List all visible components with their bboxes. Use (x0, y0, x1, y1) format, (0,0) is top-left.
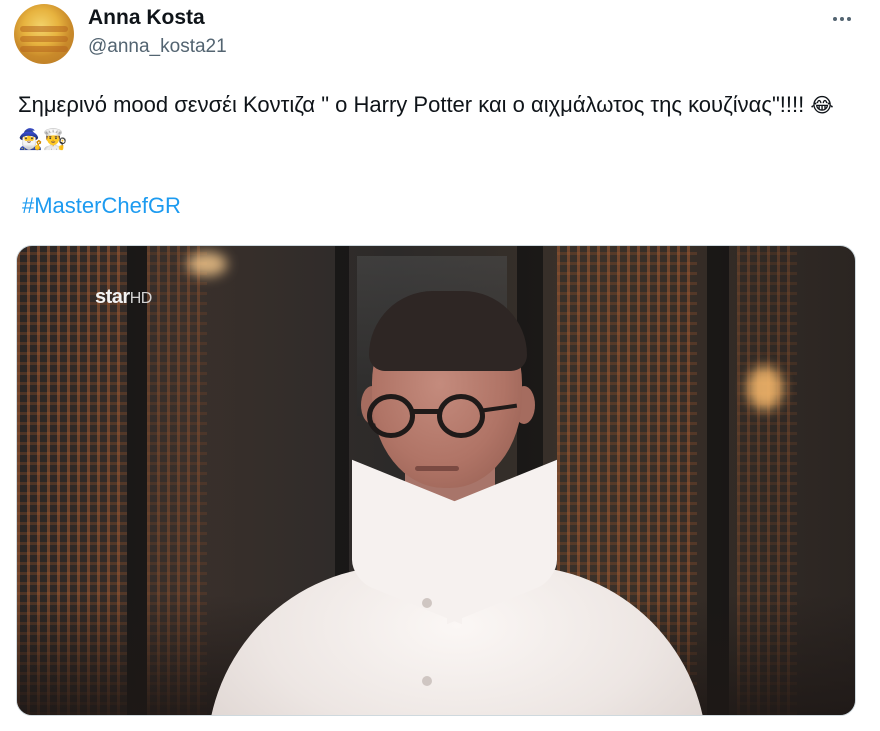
shirt-button (422, 676, 432, 686)
author-name[interactable]: Anna Kosta (88, 6, 205, 30)
glasses-lens (437, 394, 485, 438)
tweet-body: Σημερινό mood σενσέι Κοντιζα " ο Harry P… (18, 92, 805, 117)
tweet-media-image[interactable]: starHD (16, 245, 856, 716)
channel-logo-main: star (95, 286, 130, 308)
glasses-lens (367, 394, 415, 438)
tweet-text: Σημερινό mood σενσέι Κοντιζα " ο Harry P… (18, 88, 838, 156)
tweet: Anna Kosta @anna_kosta21 Σημερινό mood σ… (0, 0, 880, 731)
channel-logo-suffix: HD (129, 290, 153, 307)
person-mouth (415, 466, 459, 471)
more-icon[interactable] (828, 8, 856, 30)
author-avatar[interactable] (14, 4, 74, 64)
author-handle[interactable]: @anna_kosta21 (88, 36, 227, 58)
lamp-light (187, 252, 227, 276)
lamp-light (747, 366, 783, 410)
glasses-bridge (413, 409, 439, 414)
channel-logo: starHD (95, 286, 152, 309)
shirt-button (422, 598, 432, 608)
hashtag-link[interactable]: #MasterChefGR (22, 193, 181, 219)
